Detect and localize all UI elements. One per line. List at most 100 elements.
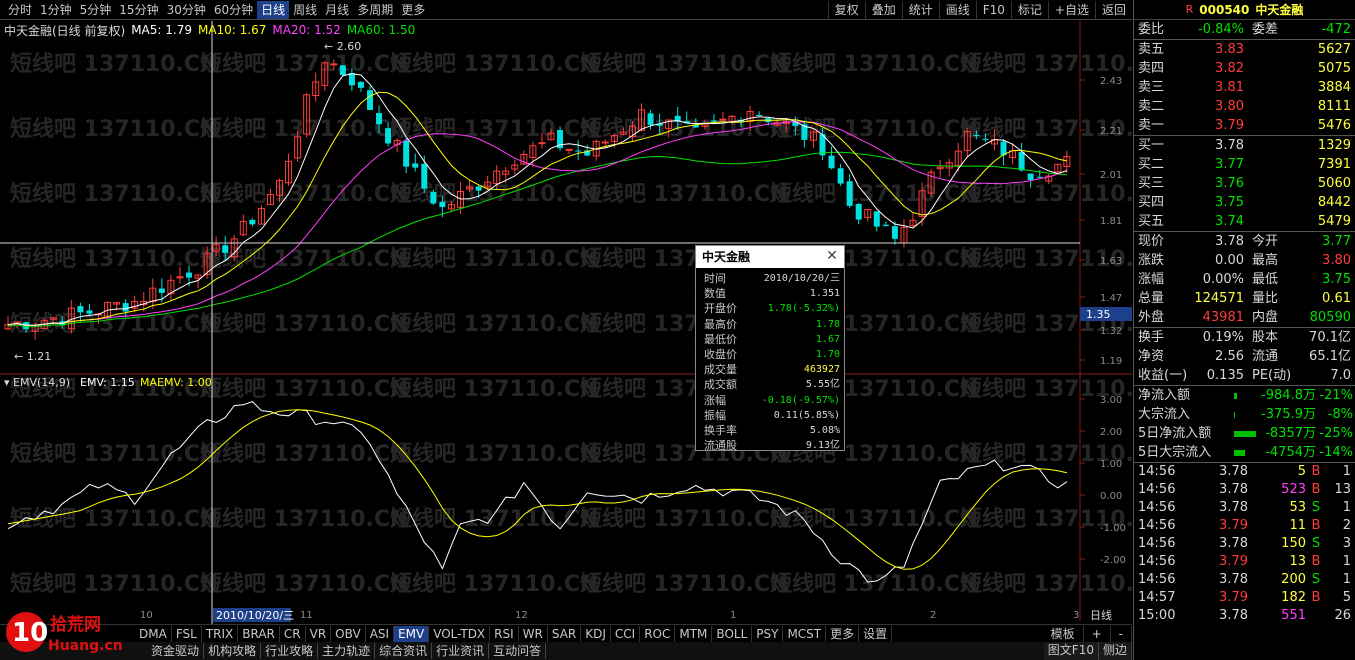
period-tab[interactable]: 更多 [397, 1, 429, 19]
indicator-tab[interactable]: CR [280, 625, 306, 642]
indicator-tab[interactable]: OBV [331, 625, 366, 642]
candle-body [1018, 151, 1025, 171]
indicator-tab[interactable]: ROC [640, 625, 676, 642]
period-tab[interactable]: 5分钟 [76, 1, 116, 19]
tool-button[interactable]: 画线 [938, 1, 976, 19]
level-volume: 5479 [1317, 214, 1351, 229]
indicator-tab[interactable]: MTM [675, 625, 713, 642]
popup-value: 1.70 [815, 348, 840, 360]
info-tab[interactable]: 机构攻略 [204, 643, 262, 659]
period-tab[interactable]: 1分钟 [36, 1, 76, 19]
kline-chart-area[interactable]: 短线吧 137110.CN短线吧 137110.CN短线吧 137110.CN短… [0, 21, 1132, 624]
flow-row: 5日大宗流入 -4754万 -14% [1134, 443, 1355, 462]
indicator-right-button[interactable]: + [1084, 626, 1111, 642]
info-right-tab[interactable]: 侧边 [1098, 642, 1132, 660]
candle-body [855, 203, 862, 220]
popup-label: 换手率 [704, 423, 737, 437]
tool-button[interactable]: 标记 [1010, 1, 1048, 19]
watermark-text: 短线吧 137110.CN [10, 181, 218, 207]
info-tab[interactable]: 资金驱动 [147, 643, 205, 659]
popup-value: 1.78(-5.32%) [767, 303, 840, 315]
period-tab[interactable]: 60分钟 [210, 1, 257, 19]
order-level: 买三 3.76 5060 [1134, 174, 1355, 193]
tick-time: 14:56 [1138, 536, 1176, 551]
watermark-text: 短线吧 137110.CN [10, 51, 218, 77]
indicator-tab[interactable]: VR [306, 625, 332, 642]
tool-button[interactable]: 叠加 [864, 1, 902, 19]
indicator-tab[interactable]: RSI [490, 625, 519, 642]
order-level: 买五 3.74 5479 [1134, 212, 1355, 231]
tick-price: 3.78 [1219, 464, 1248, 479]
emv-axis-label: 1.00 [1100, 459, 1122, 470]
indicator-tab[interactable]: VOL-TDX [429, 625, 491, 642]
watermark-text: 短线吧 137110.CN [200, 181, 408, 207]
indicator-tab[interactable]: TRIX [202, 625, 239, 642]
tool-button[interactable]: F10 [975, 1, 1011, 19]
svg-text:Huang.cn: Huang.cn [48, 638, 123, 654]
level-label: 卖三 [1138, 80, 1165, 95]
indicator-tab[interactable]: MCST [783, 625, 827, 642]
tick-list: 14:56 3.78 5 B 1 14:56 3.78 523 B 13 14:56 3.78 53 S 1… [1134, 462, 1355, 625]
tick-side: B [1311, 518, 1321, 533]
info-tab[interactable]: 行业资讯 [432, 643, 490, 659]
tick-count: 5 [1342, 590, 1351, 605]
info-tab[interactable]: 综合资讯 [375, 643, 433, 659]
info-tab[interactable]: 互动问答 [489, 643, 547, 659]
indicator-right-button[interactable]: 模板 [1043, 626, 1084, 642]
tick-row: 14:56 3.78 5 B 1 [1134, 463, 1355, 481]
date-axis-label: 12 [515, 610, 528, 621]
tool-button[interactable]: 统计 [901, 1, 939, 19]
indicator-tab[interactable]: BOLL [712, 625, 753, 642]
candle-body [1036, 176, 1043, 178]
period-tab[interactable]: 周线 [289, 1, 321, 19]
indicator-tab[interactable]: BRAR [238, 625, 280, 642]
period-tab[interactable]: 分时 [4, 1, 36, 19]
tool-button[interactable]: +自选 [1047, 1, 1095, 19]
low-annotation: ← 1.21 [14, 350, 51, 363]
period-tab[interactable]: 月线 [321, 1, 353, 19]
popup-value: 1.67 [815, 333, 840, 345]
order-level: 卖二 3.80 8111 [1134, 97, 1355, 116]
close-icon[interactable]: ✕ [824, 248, 840, 264]
indicator-tab[interactable]: ASI [366, 625, 395, 642]
period-tabs: 分时 1分钟 5分钟 15分钟 30分钟 60分钟 日线 周线 月线 多周期 更多 [4, 0, 429, 20]
tick-count: 1 [1342, 464, 1351, 479]
indicator-tab[interactable]: PSY [752, 625, 784, 642]
order-level: 卖一 3.79 5476 [1134, 116, 1355, 135]
period-tab[interactable]: 30分钟 [163, 1, 210, 19]
weibi-value: -0.84% [1198, 22, 1244, 37]
indicator-tab[interactable]: FSL [172, 625, 202, 642]
indicator-tab[interactable]: CCI [611, 625, 641, 642]
period-tab[interactable]: 15分钟 [115, 1, 162, 19]
indicator-tab[interactable]: SAR [548, 625, 582, 642]
indicator-tab[interactable]: EMV [394, 625, 430, 642]
flow-label: 5日净流入额 [1138, 426, 1212, 441]
date-axis-label: 1 [730, 610, 736, 621]
indicator-right-button[interactable]: - [1111, 626, 1132, 642]
watermark-text: 短线吧 137110.CN [390, 51, 598, 77]
popup-row: 数值 1.351 [696, 286, 844, 301]
period-tab[interactable]: 多周期 [353, 1, 397, 19]
info-tab[interactable]: 主力轨迹 [318, 643, 376, 659]
candle-body [439, 201, 446, 208]
info-tab[interactable]: 行业攻略 [261, 643, 319, 659]
bar-info-popup[interactable]: 中天金融 ✕ 时间 2010/10/20/三 数值 1.351 开盘价 1.78(-5.3… [695, 245, 845, 453]
indicator-tab[interactable]: WR [519, 625, 548, 642]
indicator-tab[interactable]: 设置 [859, 625, 893, 642]
tick-side: S [1311, 500, 1321, 515]
popup-row: 振幅 0.11(5.85%) [696, 408, 844, 423]
level-price: 3.76 [1215, 176, 1244, 191]
level-volume: 3884 [1317, 80, 1351, 95]
tool-button[interactable]: 返回 [1094, 1, 1132, 19]
indicator-tab[interactable]: 更多 [826, 625, 860, 642]
stat-value: 2.56 [1215, 349, 1244, 364]
indicator-tab[interactable]: KDJ [581, 625, 611, 642]
quote-panel: R 000540 中天金融 委比 -0.84% 委差 -472 卖五 3.83 56… [1133, 0, 1355, 660]
popup-rows: 时间 2010/10/20/三 数值 1.351 开盘价 1.78(-5.32%) 最高价 1… [696, 268, 844, 453]
period-tab[interactable]: 日线 [257, 1, 290, 19]
stat-label: 现价 [1138, 234, 1165, 249]
info-right-tab[interactable]: 图文F10 [1043, 642, 1099, 660]
tool-button[interactable]: 复权 [827, 1, 865, 19]
candle-body [982, 138, 989, 140]
candle-body [601, 141, 609, 144]
